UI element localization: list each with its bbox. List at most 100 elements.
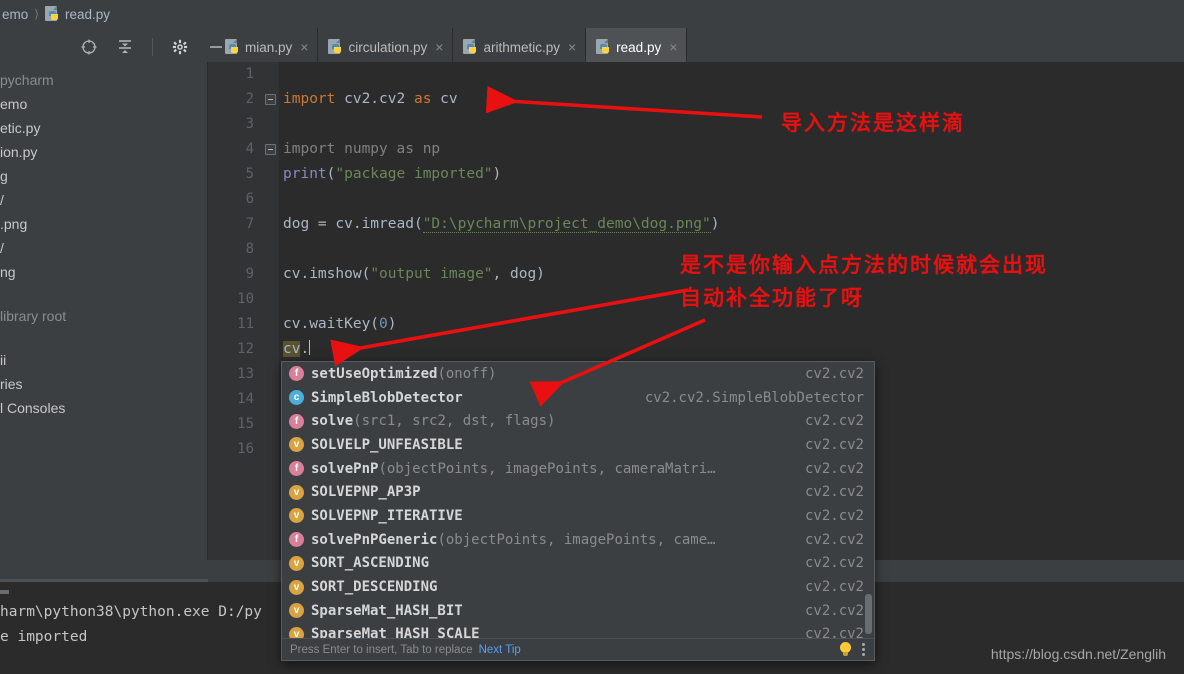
completion-scrollbar-thumb[interactable]	[865, 594, 872, 634]
completion-name: SOLVEPNP_AP3P	[311, 484, 421, 501]
sidebar-item[interactable]: g	[0, 164, 208, 188]
sidebar-item[interactable]: /	[0, 236, 208, 260]
tab-circulation-py[interactable]: circulation.py ×	[318, 28, 454, 66]
completion-name: solvePnP	[311, 460, 379, 477]
completion-name: SOLVELP_UNFEASIBLE	[311, 436, 463, 453]
tab-label: circulation.py	[348, 39, 428, 55]
completion-item[interactable]: f solvePnPGeneric (objectPoints, imagePoin…	[282, 528, 874, 552]
sidebar-item[interactable]: /	[0, 188, 208, 212]
sidebar-item[interactable]: library root	[0, 304, 208, 328]
completion-kind-f-icon: f	[289, 461, 304, 477]
next-tip-link[interactable]: Next Tip	[479, 644, 521, 656]
breadcrumb-project[interactable]: emo	[2, 7, 28, 22]
sidebar-item[interactable]: ries	[0, 372, 208, 396]
line-number: 5	[245, 166, 254, 182]
completion-module: cv2.cv2	[804, 555, 864, 572]
kw-import-numpy: import	[283, 141, 336, 157]
completion-name: setUseOptimized	[311, 365, 438, 382]
completion-list[interactable]: f setUseOptimized (onoff) cv2.cv2 c SimpleBlo…	[282, 362, 874, 640]
tab-close-icon[interactable]: ×	[669, 40, 677, 54]
sidebar-item[interactable]: ng	[0, 260, 208, 284]
line-number: 14	[237, 391, 254, 407]
gear-icon[interactable]	[169, 36, 191, 58]
line-number-gutter: 1 2 3 4 5 6 7 8 9 10 11 12 13 14 15 16	[208, 62, 263, 560]
code-line-4: import numpy as np	[279, 137, 1184, 162]
completion-item[interactable]: c SimpleBlobDetector cv2.cv2.SimpleBlobDet…	[282, 386, 874, 410]
tab-mian-py[interactable]: mian.py ×	[215, 28, 319, 66]
tab-read-py[interactable]: read.py ×	[586, 28, 688, 66]
tab-close-icon[interactable]: ×	[568, 40, 576, 54]
completion-module: cv2.cv2	[804, 507, 864, 524]
fold-marker-line4[interactable]	[265, 144, 276, 155]
project-toolbar	[78, 28, 227, 66]
completion-module: cv2.cv2	[804, 413, 864, 430]
sidebar-item[interactable]: .png	[0, 212, 208, 236]
paren-close-5: )	[492, 166, 502, 182]
kw-import: import	[283, 91, 336, 107]
completion-name: solvePnPGeneric	[311, 531, 438, 548]
python-file-icon	[328, 39, 343, 55]
line-number: 6	[245, 191, 254, 207]
annotation-import-method: 导入方法是这样滴	[781, 110, 965, 135]
sidebar-item[interactable]: ion.py	[0, 140, 208, 164]
completion-module: cv2.cv2	[804, 602, 864, 619]
completion-kind-v-icon: v	[289, 555, 304, 571]
project-tree-panel[interactable]: pycharm emo etic.py ion.py g / .png / ng library …	[0, 62, 208, 560]
pycharm-window: emo ⟩ read.py mian.py × circulation.py ×…	[0, 0, 1184, 674]
module-cv2: cv2.cv2	[335, 91, 414, 107]
sidebar-item[interactable]: emo	[0, 92, 208, 116]
line-number: 9	[245, 266, 254, 282]
code-line-12: cv.	[279, 337, 1184, 362]
breadcrumb-file[interactable]: read.py	[65, 7, 110, 22]
numpy-rest: numpy as np	[335, 141, 441, 157]
completion-item[interactable]: v SOLVEPNP_ITERATIVE cv2.cv2	[282, 504, 874, 528]
console-active-tab-indicator	[0, 579, 208, 582]
line-number: 4	[245, 141, 254, 157]
tab-label: read.py	[616, 39, 662, 55]
tab-arithmetic-py[interactable]: arithmetic.py ×	[453, 28, 587, 66]
dot-operator: .	[300, 341, 310, 357]
completion-kind-v-icon: v	[289, 508, 304, 524]
collapse-all-icon[interactable]	[114, 36, 136, 58]
completion-kind-f-icon: f	[289, 366, 304, 382]
identifier-cv-highlighted: cv	[283, 341, 301, 357]
builtin-print: print	[283, 166, 327, 182]
fold-marker-line2[interactable]	[265, 94, 276, 105]
sidebar-item[interactable]: etic.py	[0, 116, 208, 140]
completion-item[interactable]: v SORT_ASCENDING cv2.cv2	[282, 552, 874, 576]
completion-kind-v-icon: v	[289, 603, 304, 619]
completion-footer: Press Enter to insert, Tab to replace Ne…	[282, 638, 874, 660]
sidebar-item[interactable]: l Consoles	[0, 396, 208, 420]
sidebar-item[interactable]: ii	[0, 348, 208, 372]
completion-name: solve	[311, 413, 354, 430]
code-completion-popup[interactable]: f setUseOptimized (onoff) cv2.cv2 c SimpleBlo…	[281, 361, 875, 661]
code-folding-column[interactable]	[263, 62, 279, 560]
crosshair-target-icon[interactable]	[78, 36, 100, 58]
sidebar-item[interactable]: pycharm	[0, 68, 208, 92]
completion-item[interactable]: v SOLVELP_UNFEASIBLE cv2.cv2	[282, 433, 874, 457]
completion-item[interactable]: f solve (src1, src2, dst, flags) cv2.cv2	[282, 409, 874, 433]
kebab-menu-icon[interactable]	[862, 643, 866, 656]
tab-close-icon[interactable]: ×	[300, 40, 308, 54]
completion-item[interactable]: f solvePnP (objectPoints, imagePoints, cam…	[282, 457, 874, 481]
lightbulb-icon[interactable]	[839, 642, 852, 657]
python-file-icon	[463, 39, 478, 55]
tab-label: arithmetic.py	[483, 39, 560, 55]
completion-item[interactable]: v SOLVEPNP_AP3P cv2.cv2	[282, 480, 874, 504]
completion-item[interactable]: f setUseOptimized (onoff) cv2.cv2	[282, 362, 874, 386]
completion-kind-f-icon: f	[289, 532, 304, 548]
call-waitkey: cv.waitKey(	[283, 316, 380, 332]
python-file-icon	[225, 39, 240, 55]
completion-kind-c-icon: c	[289, 390, 304, 406]
alias-cv: cv	[431, 91, 458, 107]
tab-close-icon[interactable]: ×	[435, 40, 443, 54]
completion-item[interactable]: v SparseMat_HASH_BIT cv2.cv2	[282, 599, 874, 623]
completion-item[interactable]: v SORT_DESCENDING cv2.cv2	[282, 575, 874, 599]
completion-module: cv2.cv2	[804, 460, 864, 477]
tab-label: mian.py	[245, 39, 293, 55]
string-image-path[interactable]: "D:\pycharm\project_demo\dog.png"	[422, 216, 711, 233]
completion-args: (src1, src2, dst, flags)	[353, 413, 556, 430]
